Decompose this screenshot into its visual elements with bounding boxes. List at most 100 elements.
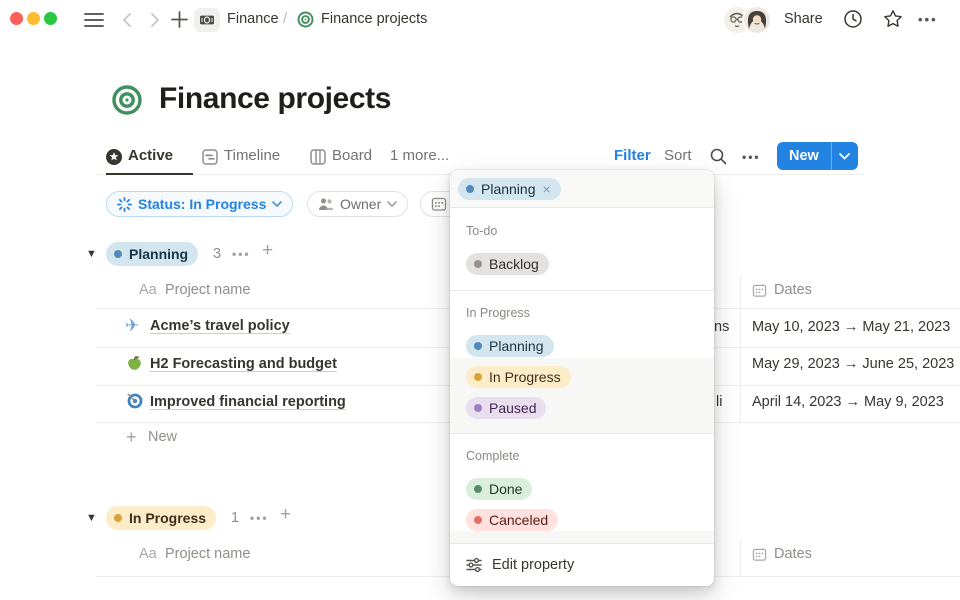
column-divider	[740, 276, 741, 422]
filter-button[interactable]: Filter	[614, 147, 651, 164]
view-options-more-icon[interactable]: •••	[742, 150, 761, 164]
nav-back-icon[interactable]	[119, 11, 135, 29]
notion-window: Finance / Finance projects Share ••• Fin…	[0, 0, 960, 600]
group-name: In Progress	[129, 510, 206, 526]
group-add-icon[interactable]: +	[280, 504, 291, 526]
project-row-name[interactable]: H2 Forecasting and budget	[150, 356, 337, 372]
owner-cell-fragment[interactable]: li	[716, 394, 722, 410]
group-add-icon[interactable]: +	[262, 240, 273, 262]
group-collapse-triangle-icon[interactable]: ▼	[86, 248, 97, 260]
status-filter-chip[interactable]: Status: In Progress	[106, 191, 293, 217]
column-divider	[740, 540, 741, 576]
traffic-light-close-button[interactable]	[10, 12, 23, 25]
owner-filter-chip[interactable]: Owner	[307, 191, 408, 217]
selected-status-label: Planning	[481, 181, 536, 197]
window-topbar: Finance / Finance projects Share •••	[0, 0, 960, 40]
group-more-icon[interactable]: •••	[232, 247, 251, 261]
dates-cell[interactable]: May 29, 2023 → June 25, 2023	[752, 356, 960, 372]
group-count: 1	[231, 510, 239, 526]
column-header-project-name[interactable]: Project name	[165, 282, 250, 298]
new-button[interactable]: New	[777, 142, 831, 170]
finance-banknote-icon	[194, 8, 220, 32]
tag-dot	[114, 514, 122, 522]
breadcrumb-parent[interactable]: Finance	[227, 11, 279, 27]
page-title-icon[interactable]	[111, 84, 143, 116]
option-label: Planning	[489, 338, 544, 354]
calendar-icon	[752, 547, 767, 562]
add-row-label[interactable]: New	[148, 429, 177, 445]
project-row-name[interactable]: Acme’s travel policy	[150, 318, 290, 334]
option-label: Paused	[489, 400, 536, 416]
dates-cell[interactable]: April 14, 2023 → May 9, 2023	[752, 394, 960, 410]
project-row-name[interactable]: Improved financial reporting	[150, 394, 346, 410]
tab-board[interactable]: Board	[332, 147, 372, 164]
scroll-shade	[450, 531, 714, 543]
traffic-light-minimize-button[interactable]	[27, 12, 40, 25]
tag-dot	[114, 250, 122, 258]
dropdown-divider	[450, 433, 714, 434]
tab-more[interactable]: 1 more...	[390, 147, 449, 164]
new-page-plus-icon[interactable]	[170, 10, 189, 29]
status-option-backlog[interactable]: Backlog	[466, 253, 549, 275]
option-label: Canceled	[489, 512, 548, 528]
option-label: Done	[489, 481, 522, 497]
tag-dot	[474, 516, 482, 524]
status-filter-dropdown: Planning × To-do Backlog In Progress Pla…	[450, 170, 714, 586]
add-row-plus-icon[interactable]: +	[126, 427, 137, 448]
favorite-star-icon[interactable]	[883, 9, 903, 29]
tag-dot	[474, 342, 482, 350]
remove-tag-icon[interactable]: ×	[543, 182, 551, 196]
status-option-planning[interactable]: Planning	[466, 335, 554, 357]
owner-filter-label: Owner	[340, 196, 381, 212]
group-header-tag[interactable]: In Progress	[106, 506, 216, 530]
tag-dot	[474, 404, 482, 412]
updates-clock-icon[interactable]	[843, 9, 863, 29]
dropdown-section-title: To-do	[466, 224, 497, 238]
column-header-project-name[interactable]: Project name	[165, 546, 250, 562]
status-option-in-progress[interactable]: In Progress	[466, 366, 571, 388]
tab-active[interactable]: Active	[128, 147, 173, 164]
sliders-icon	[466, 557, 482, 573]
traffic-light-zoom-button[interactable]	[44, 12, 57, 25]
group-header-tag[interactable]: Planning	[106, 242, 198, 266]
breadcrumb-separator: /	[283, 11, 287, 27]
group-collapse-triangle-icon[interactable]: ▼	[86, 512, 97, 524]
dropdown-section-title: Complete	[466, 449, 520, 463]
sort-button[interactable]: Sort	[664, 147, 692, 164]
edit-property-item[interactable]: Edit property	[450, 543, 714, 586]
owner-cell-fragment[interactable]: ns	[714, 319, 729, 335]
breadcrumb-current[interactable]: Finance projects	[321, 11, 427, 27]
group-more-icon[interactable]: •••	[250, 511, 269, 525]
new-dropdown-chevron-icon[interactable]	[832, 142, 858, 170]
edit-property-label: Edit property	[492, 557, 574, 573]
sidebar-menu-icon[interactable]	[84, 12, 104, 28]
status-option-paused[interactable]: Paused	[466, 397, 546, 419]
board-view-icon	[310, 149, 326, 165]
avatar[interactable]	[744, 7, 770, 33]
column-header-dates[interactable]: Dates	[774, 282, 812, 298]
nav-forward-icon[interactable]	[147, 11, 163, 29]
group-count: 3	[213, 246, 221, 262]
new-button-group: New	[777, 142, 858, 170]
status-option-canceled[interactable]: Canceled	[466, 509, 558, 531]
airplane-icon: ✈	[125, 317, 139, 334]
search-icon[interactable]	[709, 147, 728, 166]
tab-timeline[interactable]: Timeline	[224, 147, 280, 164]
tag-dot	[474, 260, 482, 268]
status-option-done[interactable]: Done	[466, 478, 532, 500]
share-button[interactable]: Share	[784, 11, 823, 27]
apple-icon	[126, 355, 143, 372]
option-label: In Progress	[489, 369, 561, 385]
target-icon	[297, 11, 314, 28]
column-type-icon: Aa	[139, 282, 157, 298]
status-filter-label: Status: In Progress	[138, 196, 266, 212]
column-header-dates[interactable]: Dates	[774, 546, 812, 562]
timeline-view-icon	[202, 149, 218, 165]
column-type-icon: Aa	[139, 546, 157, 562]
selected-status-tag[interactable]: Planning ×	[458, 178, 561, 200]
page-title[interactable]: Finance projects	[159, 82, 391, 116]
topbar-more-icon[interactable]: •••	[918, 12, 938, 27]
calendar-icon	[431, 196, 447, 212]
dates-cell[interactable]: May 10, 2023 → May 21, 2023	[752, 319, 960, 335]
dropdown-section-title: In Progress	[466, 306, 530, 320]
